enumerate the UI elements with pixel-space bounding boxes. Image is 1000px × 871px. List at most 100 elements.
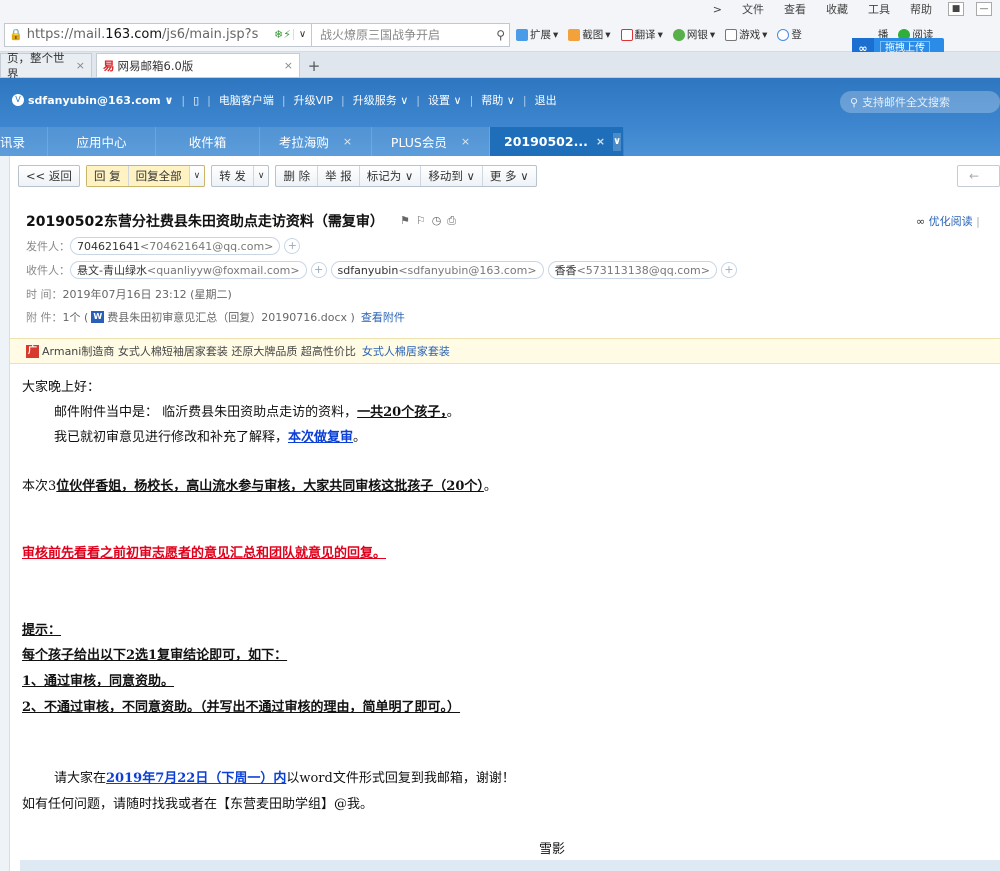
url-prefix: https://mail. <box>26 27 106 42</box>
chevron-down-icon[interactable]: ∨ <box>254 166 269 186</box>
link-help[interactable]: 帮助 ∨ <box>481 92 515 108</box>
tool-games[interactable]: 游戏 ▾ <box>725 27 767 42</box>
close-icon[interactable]: × <box>596 135 605 148</box>
print-icon[interactable]: ⎙ <box>447 214 456 228</box>
search-icon[interactable]: ⚲ <box>496 28 505 42</box>
tool-translate[interactable]: 翻译 ▾ <box>620 27 663 42</box>
move-to-button[interactable]: 移动到 ∨ <box>421 166 483 186</box>
body-text: 。 <box>353 430 367 445</box>
reply-button[interactable]: 回 复 <box>86 166 129 186</box>
link-logout[interactable]: 退出 <box>535 92 557 108</box>
menu-view[interactable]: 查看 <box>780 1 810 17</box>
body-greeting: 大家晚上好： <box>22 380 101 395</box>
to-address[interactable]: 香香 <573113138@qq.com> <box>547 261 717 279</box>
optimize-read-link[interactable]: ∞ 优化阅读 | <box>916 213 980 229</box>
delete-button[interactable]: 删 除 <box>276 166 319 186</box>
new-tab-button[interactable]: + <box>304 55 324 77</box>
report-button[interactable]: 举 报 <box>318 166 360 186</box>
divider: | <box>181 93 186 107</box>
chevron-down-icon[interactable]: ∨ <box>293 29 311 40</box>
time-value: 2019年07月16日 23:12 (星期二) <box>62 288 232 301</box>
forward-button[interactable]: 转 发 <box>212 166 254 186</box>
reply-all-button[interactable]: 回复全部 <box>128 166 190 186</box>
tab-contacts[interactable]: 讯录 <box>0 127 48 156</box>
flag-icon[interactable]: ⚑ <box>400 214 410 228</box>
browser-tab-1[interactable]: 页，整个世界 × <box>0 51 92 81</box>
link-settings[interactable]: 设置 ∨ <box>428 92 462 108</box>
add-contact-button[interactable]: + <box>310 262 327 278</box>
mail-search-input[interactable]: ⚲ 支持邮件全文搜索 <box>840 91 1000 113</box>
close-icon[interactable]: × <box>343 135 352 148</box>
tool-extensions[interactable]: 扩展 ▾ <box>516 27 558 42</box>
more-button[interactable]: 更 多 ∨ <box>483 166 536 186</box>
from-address[interactable]: 704621641 <704621641@qq.com> <box>70 237 281 255</box>
address-bar: 🔒 https://mail. 163.com/js6/main.jsp?s ❄⚡… <box>0 18 1000 60</box>
login-icon <box>777 28 790 41</box>
browser-tab-mail[interactable]: 易 网易邮箱6.0版 × <box>96 53 300 77</box>
clock-icon[interactable]: ◷ <box>432 214 442 228</box>
menu-tools[interactable]: 工具 <box>864 1 894 17</box>
browser-search-input[interactable]: 战火燎原三国战争开启 ⚲ <box>312 22 510 47</box>
to-address[interactable]: 悬文-青山绿水 <quanliyyw@foxmail.com> <box>70 261 307 279</box>
back-button[interactable]: << 返回 <box>18 165 80 187</box>
divider: | <box>341 93 345 107</box>
tab-current-mail[interactable]: 20190502... × ∨ <box>490 127 624 156</box>
forward-group: 转 发 ∨ <box>211 165 270 187</box>
label-flag-icon[interactable]: ⚐ <box>416 214 426 228</box>
search-text: 战火燎原三国战争开启 <box>320 28 441 42</box>
tool-login[interactable]: 登 <box>777 27 802 42</box>
from-label: 发件人： <box>26 240 70 253</box>
time-label: 时 间： <box>26 288 63 301</box>
mail-subject: 20190502东营分社费县朱田资助点走访资料（需复审） <box>26 214 384 230</box>
body-line3: 本次3位伙伴香姐，杨校长，高山流水参与审核，大家共同审核这批孩子（20个）。 <box>22 475 497 494</box>
to-address[interactable]: sdfanyubin <sdfanyubin@163.com> <box>330 261 544 279</box>
link-client[interactable]: 电脑客户端 <box>219 92 274 108</box>
menu-chevron[interactable]: > <box>709 3 726 16</box>
tab-label: 网易邮箱6.0版 <box>117 58 194 73</box>
prev-mail-button[interactable]: ← <box>957 165 1000 187</box>
body-line2: 我已就初审意见进行修改和补充了解释，本次做复审。 <box>54 426 366 445</box>
close-icon[interactable]: × <box>284 59 293 72</box>
view-attachment-link[interactable]: 查看附件 <box>361 309 405 325</box>
attach-label: 附 件： <box>26 311 63 324</box>
ad-text[interactable]: Armani制造商 女式人棉短袖居家套装 还原大牌品质 超高性价比 <box>42 343 356 359</box>
tool-bank[interactable]: 网银 ▾ <box>672 27 715 42</box>
speed-icon[interactable]: ❄⚡ <box>272 28 293 41</box>
to-name: 悬文-青山绿水 <box>77 264 147 277</box>
tab-app-center[interactable]: 应用中心 <box>48 127 156 156</box>
mark-as-button[interactable]: 标记为 ∨ <box>360 166 422 186</box>
divider: | <box>207 93 211 107</box>
body-contact: 如有任何问题，请随时找我或者在【东营麦田助学组】@我。 <box>22 797 374 812</box>
bank-icon <box>672 28 685 41</box>
minimize-button[interactable]: — <box>976 2 992 16</box>
ad-link[interactable]: 女式人棉居家套装 <box>362 343 450 359</box>
chevron-down-icon[interactable]: ∨ <box>190 166 205 186</box>
close-icon[interactable]: × <box>76 59 85 72</box>
to-email: <573113138@qq.com> <box>576 263 710 277</box>
menu-favorites[interactable]: 收藏 <box>822 1 852 17</box>
menu-help[interactable]: 帮助 <box>906 1 936 17</box>
shirt-icon[interactable]: ■ <box>948 2 964 16</box>
tool-screenshot[interactable]: 截图 ▾ <box>568 27 611 42</box>
chevron-down-icon[interactable]: ∨ <box>613 132 622 151</box>
tab-kaola[interactable]: 考拉海购 × <box>260 127 372 156</box>
close-icon[interactable]: × <box>461 135 470 148</box>
menu-file[interactable]: 文件 <box>738 1 768 17</box>
link-upgrade-service[interactable]: 升级服务 ∨ <box>353 92 409 108</box>
phone-icon[interactable]: ▯ <box>193 94 199 107</box>
link-upgrade-vip[interactable]: 升级VIP <box>294 92 333 108</box>
add-contact-button[interactable]: + <box>284 238 301 254</box>
attach-name[interactable]: 费县朱田初审意见汇总（回复）20190716.docx ) <box>107 309 355 325</box>
url-host: 163.com <box>105 27 163 42</box>
mail-search-placeholder: 支持邮件全文搜索 <box>862 96 951 109</box>
netease-logo-icon: 易 <box>103 58 115 73</box>
add-contact-button[interactable]: + <box>720 262 737 278</box>
from-row: 发件人： 704621641 <704621641@qq.com> + <box>26 237 304 255</box>
body-text: 。 <box>483 479 497 494</box>
account-name[interactable]: sdfanyubin@163.com ∨ <box>28 94 173 107</box>
url-field[interactable]: 🔒 https://mail. 163.com/js6/main.jsp?s ❄⚡… <box>4 22 312 47</box>
tab-plus[interactable]: PLUS会员 × <box>372 127 490 156</box>
divider: | <box>281 93 286 107</box>
tab-inbox[interactable]: 收件箱 <box>156 127 260 156</box>
reply-group: 回 复 回复全部 ∨ <box>85 165 206 187</box>
